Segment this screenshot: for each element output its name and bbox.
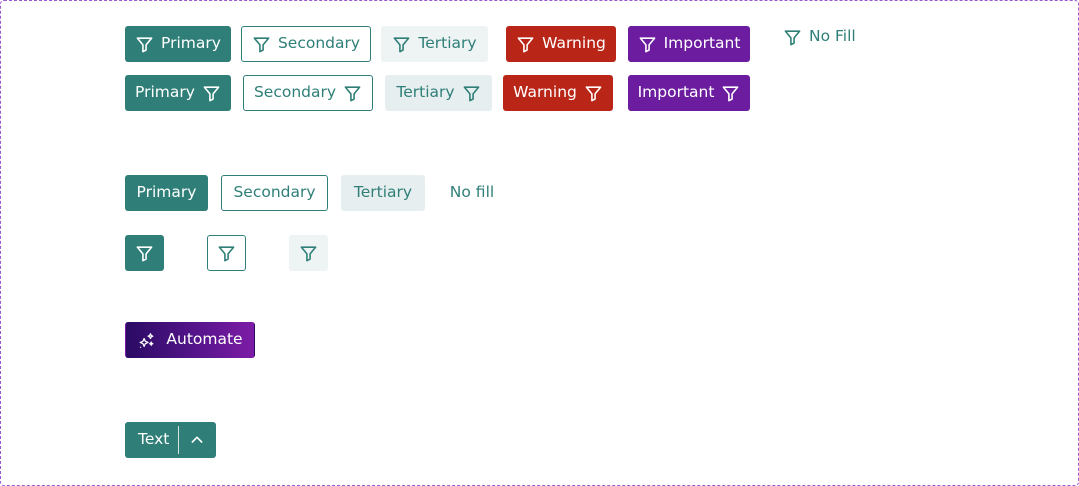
secondary-icon-button[interactable] bbox=[207, 235, 246, 271]
filter-icon bbox=[783, 28, 802, 47]
filter-icon bbox=[343, 84, 362, 103]
filter-icon bbox=[462, 84, 481, 103]
filter-icon bbox=[135, 35, 154, 54]
important-button-icon-left[interactable]: Important bbox=[628, 26, 750, 62]
warning-button-icon-right[interactable]: Warning bbox=[503, 75, 613, 111]
filter-icon bbox=[516, 35, 535, 54]
button-label: Primary bbox=[135, 83, 195, 102]
tertiary-icon-button[interactable] bbox=[289, 235, 328, 271]
filter-icon bbox=[721, 84, 740, 103]
secondary-button[interactable]: Secondary bbox=[221, 175, 328, 211]
button-label: Warning bbox=[513, 83, 577, 102]
button-label: Important bbox=[663, 34, 741, 53]
button-label: Tertiary bbox=[396, 83, 455, 102]
nofill-button[interactable]: No fill bbox=[437, 175, 507, 211]
button-label: Secondary bbox=[253, 83, 337, 102]
tertiary-button-icon-left[interactable]: Tertiary bbox=[381, 26, 488, 62]
button-label: No fill bbox=[449, 183, 495, 202]
secondary-button-icon-left[interactable]: Secondary bbox=[241, 26, 371, 62]
primary-button[interactable]: Primary bbox=[125, 175, 208, 211]
button-label: Secondary bbox=[277, 34, 361, 53]
automate-button[interactable]: Automate bbox=[125, 322, 255, 358]
button-label: Primary bbox=[136, 183, 197, 202]
secondary-button-icon-right[interactable]: Secondary bbox=[243, 75, 373, 111]
filter-icon bbox=[392, 35, 411, 54]
primary-icon-button[interactable] bbox=[125, 235, 164, 271]
filter-icon bbox=[217, 244, 236, 263]
button-label: Primary bbox=[161, 34, 221, 53]
primary-button-icon-right[interactable]: Primary bbox=[125, 75, 231, 111]
button-label: Secondary bbox=[233, 183, 316, 202]
button-label: Tertiary bbox=[353, 183, 413, 202]
filter-icon bbox=[299, 244, 318, 263]
tertiary-button-icon-right[interactable]: Tertiary bbox=[385, 75, 492, 111]
primary-button-icon-left[interactable]: Primary bbox=[125, 26, 231, 62]
important-button-icon-right[interactable]: Important bbox=[628, 75, 750, 111]
filter-icon bbox=[584, 84, 603, 103]
warning-button-icon-left[interactable]: Warning bbox=[506, 26, 616, 62]
button-label: Tertiary bbox=[418, 34, 477, 53]
button-label: Automate bbox=[166, 330, 243, 349]
split-button-label[interactable]: Text bbox=[126, 432, 178, 448]
tertiary-button[interactable]: Tertiary bbox=[341, 175, 425, 211]
button-label: Warning bbox=[542, 34, 606, 53]
filter-icon bbox=[135, 244, 154, 263]
split-button[interactable]: Text bbox=[125, 422, 216, 458]
filter-icon bbox=[252, 35, 271, 54]
filter-icon bbox=[638, 35, 657, 54]
nofill-button-icon-left[interactable]: No Fill bbox=[776, 19, 864, 55]
chevron-up-icon[interactable] bbox=[179, 432, 215, 448]
filter-icon bbox=[202, 84, 221, 103]
sparkle-icon bbox=[137, 331, 156, 350]
button-label: No Fill bbox=[809, 27, 856, 46]
button-label: Important bbox=[637, 83, 715, 102]
